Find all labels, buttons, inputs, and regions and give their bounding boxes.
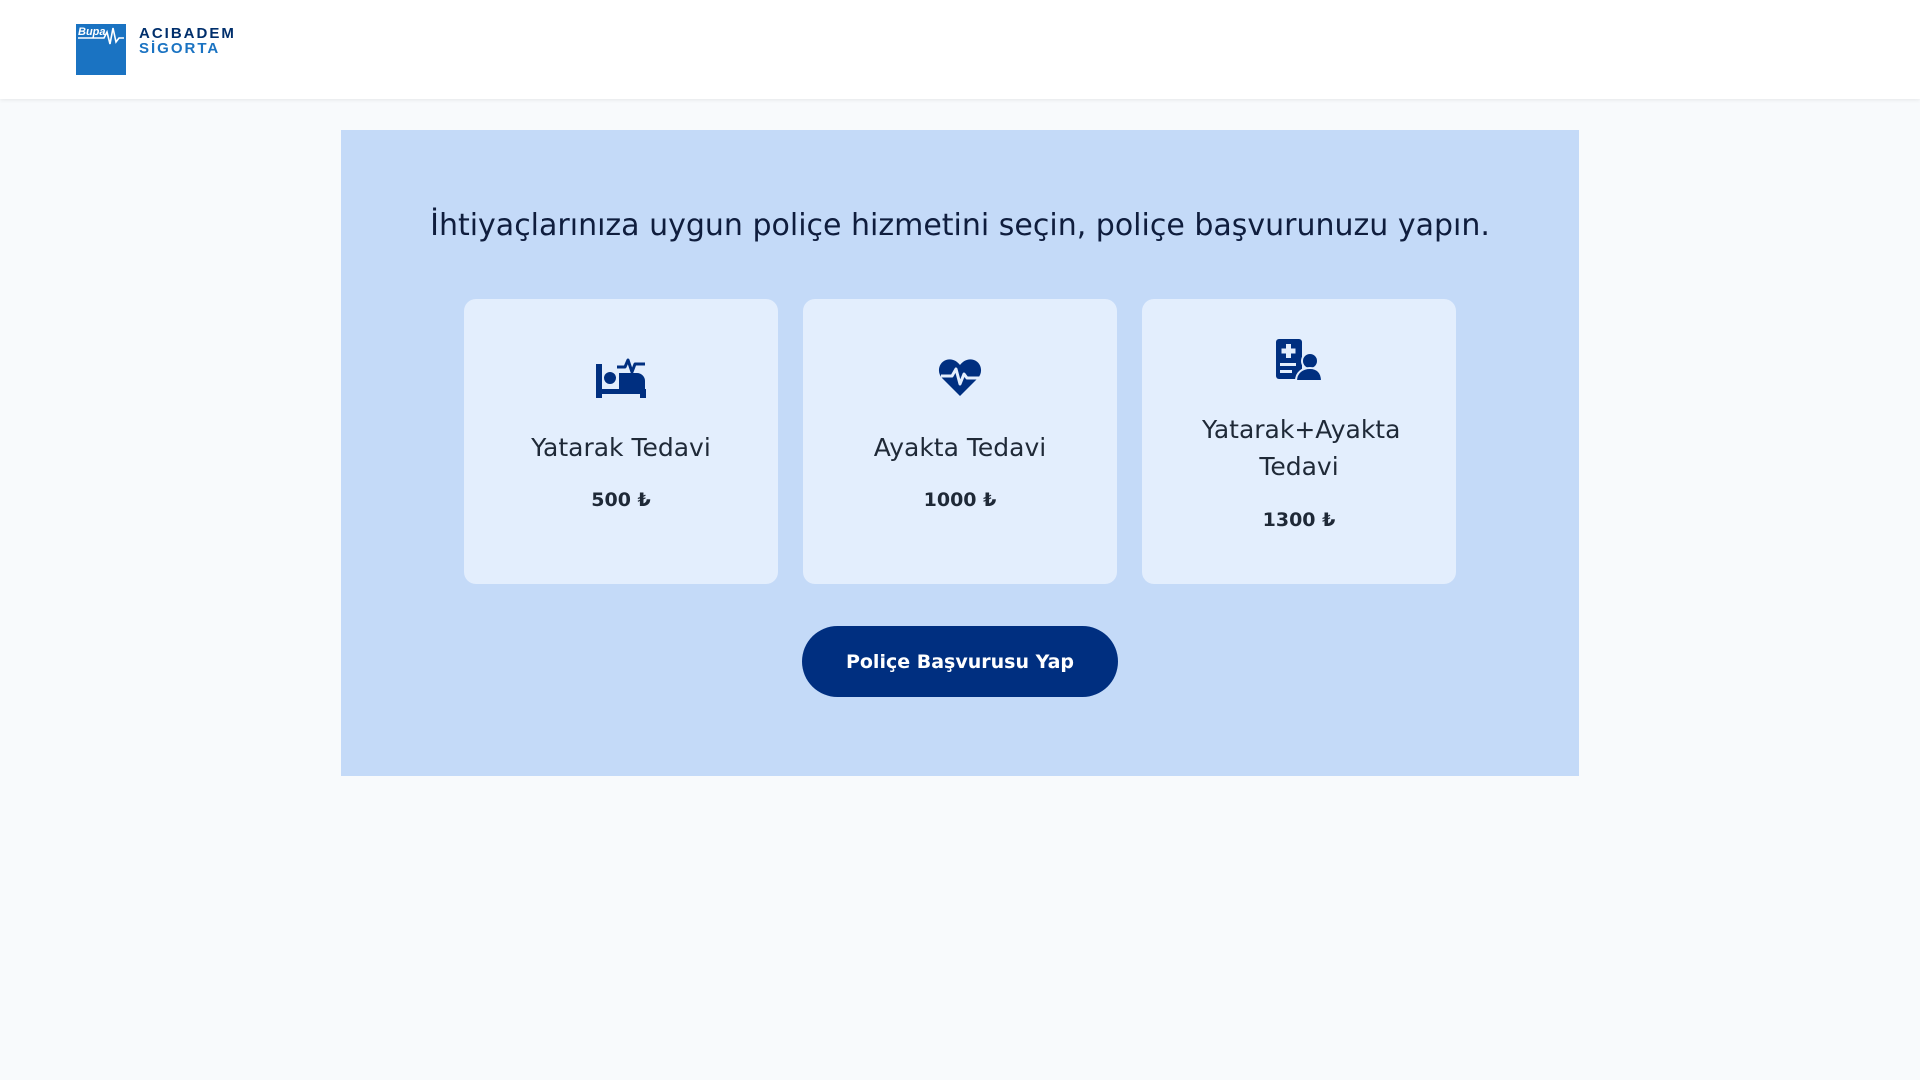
policy-card-outpatient[interactable]: Ayakta Tedavi 1000 ₺ <box>803 299 1117 584</box>
card-price: 500 ₺ <box>591 489 651 511</box>
policy-card-inpatient[interactable]: Yatarak Tedavi 500 ₺ <box>464 299 778 584</box>
top-header: Bupa ACIBADEM SİGORTA <box>0 0 1920 99</box>
page-title: İhtiyaçlarınıza uygun poliçe hizmetini s… <box>430 208 1490 243</box>
card-price: 1000 ₺ <box>923 489 997 511</box>
card-name: Yatarak Tedavi <box>531 433 711 462</box>
hospital-bed-icon <box>595 354 647 400</box>
logo-wordmark: ACIBADEM SİGORTA <box>139 26 236 56</box>
heartbeat-line-icon <box>78 27 124 45</box>
logo-line-acibadem: ACIBADEM <box>139 25 236 42</box>
card-price: 1300 ₺ <box>1262 509 1336 531</box>
policy-card-combined[interactable]: Yatarak+Ayakta Tedavi 1300 ₺ <box>1142 299 1456 584</box>
acibadem-sigorta-logo[interactable]: Bupa ACIBADEM SİGORTA <box>76 24 236 75</box>
bupa-logo-mark: Bupa <box>76 24 126 75</box>
card-name: Ayakta Tedavi <box>873 433 1047 462</box>
medical-record-user-icon <box>1273 337 1325 383</box>
logo-line-sigorta: SİGORTA <box>139 40 221 57</box>
heart-pulse-icon <box>934 354 986 400</box>
policy-selection-panel: İhtiyaçlarınıza uygun poliçe hizmetini s… <box>341 130 1579 776</box>
card-name: Yatarak+Ayakta Tedavi <box>1202 415 1401 481</box>
apply-policy-button[interactable]: Poliçe Başvurusu Yap <box>802 626 1118 697</box>
